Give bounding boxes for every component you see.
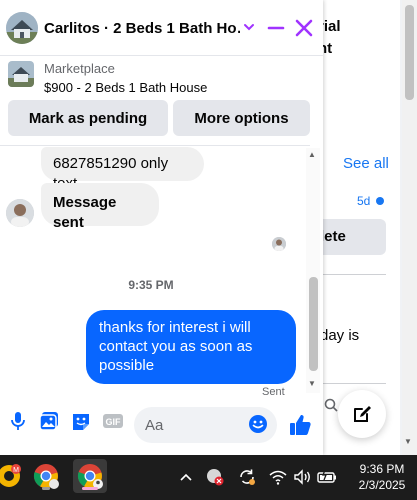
scroll-up-arrow-icon[interactable]: ▲ (308, 150, 316, 159)
search-icon (324, 398, 338, 417)
close-icon (295, 19, 313, 37)
clock-time: 9:36 PM (359, 462, 405, 476)
taskbar-chrome-profile-1[interactable] (29, 459, 63, 493)
gif-icon[interactable]: GIF (102, 410, 124, 432)
chrome-icon (77, 464, 103, 489)
minimize-button[interactable] (266, 18, 286, 38)
compose-icon (354, 406, 371, 422)
volume-icon[interactable] (292, 467, 312, 487)
taskbar-chrome-profile-2[interactable] (73, 459, 107, 493)
scroll-down-arrow-icon[interactable]: ▼ (404, 437, 412, 446)
minimize-icon (267, 26, 285, 30)
wifi-icon[interactable] (268, 467, 288, 487)
page-scrollbar-thumb[interactable] (405, 5, 414, 100)
chat-window: Carlitos · 2 Beds 1 Bath Ho… Marketplace… (0, 0, 323, 455)
partial-notification-text: day is (320, 327, 360, 344)
sync-icon[interactable] (237, 467, 257, 487)
unread-dot (376, 197, 384, 205)
see-all-link[interactable]: See all (343, 155, 389, 172)
chevron-down-icon[interactable] (243, 20, 255, 38)
svg-text:M: M (13, 467, 19, 474)
notification-time: 5d (357, 194, 371, 208)
seen-indicator-avatar (272, 237, 286, 251)
active-indicator (82, 487, 98, 490)
microphone-icon[interactable] (7, 410, 29, 432)
outgoing-message[interactable]: thanks for interest i will contact you a… (86, 310, 296, 384)
incoming-message[interactable]: Message sent (41, 183, 159, 231)
app-icon: M (0, 464, 21, 487)
chat-title[interactable]: Carlitos · 2 Beds 1 Bath Ho… (44, 20, 240, 37)
mark-as-pending-button[interactable]: Mark as pending (8, 100, 168, 136)
emoji-icon[interactable] (248, 414, 268, 439)
listing-source: Marketplace (44, 61, 115, 76)
running-indicator (42, 487, 50, 490)
taskbar-app-partial[interactable]: M (0, 459, 26, 493)
divider (0, 145, 310, 146)
scroll-down-arrow-icon[interactable]: ▼ (308, 379, 316, 388)
chat-scrollbar-thumb[interactable] (309, 277, 318, 371)
more-options-button[interactable]: More options (173, 100, 310, 136)
tray-app-icon[interactable] (205, 467, 225, 487)
system-clock[interactable]: 9:36 PM 2/3/2025 (352, 461, 412, 493)
battery-icon[interactable] (316, 467, 336, 487)
chevron-up-icon[interactable] (176, 467, 196, 487)
close-button[interactable] (293, 17, 315, 39)
incoming-message[interactable]: 6827851290 only text (41, 147, 204, 192)
sender-avatar[interactable] (6, 199, 34, 227)
clock-date: 2/3/2025 (358, 478, 406, 492)
chat-header[interactable]: Carlitos · 2 Beds 1 Bath Ho… (0, 0, 323, 56)
sticker-icon[interactable] (70, 410, 92, 432)
message-timestamp: 9:35 PM (128, 278, 174, 292)
listing-thumbnail[interactable] (8, 61, 34, 87)
taskbar: M 9:36 PM 2/3/2025 (0, 455, 417, 500)
photo-icon[interactable] (38, 410, 60, 432)
thumbs-up-icon[interactable] (288, 413, 312, 442)
chrome-icon (33, 464, 59, 489)
new-message-button[interactable] (338, 390, 386, 438)
contact-avatar[interactable] (6, 12, 38, 44)
listing-title[interactable]: $900 - 2 Beds 1 Bath House (44, 80, 207, 95)
svg-text:GIF: GIF (106, 417, 122, 427)
